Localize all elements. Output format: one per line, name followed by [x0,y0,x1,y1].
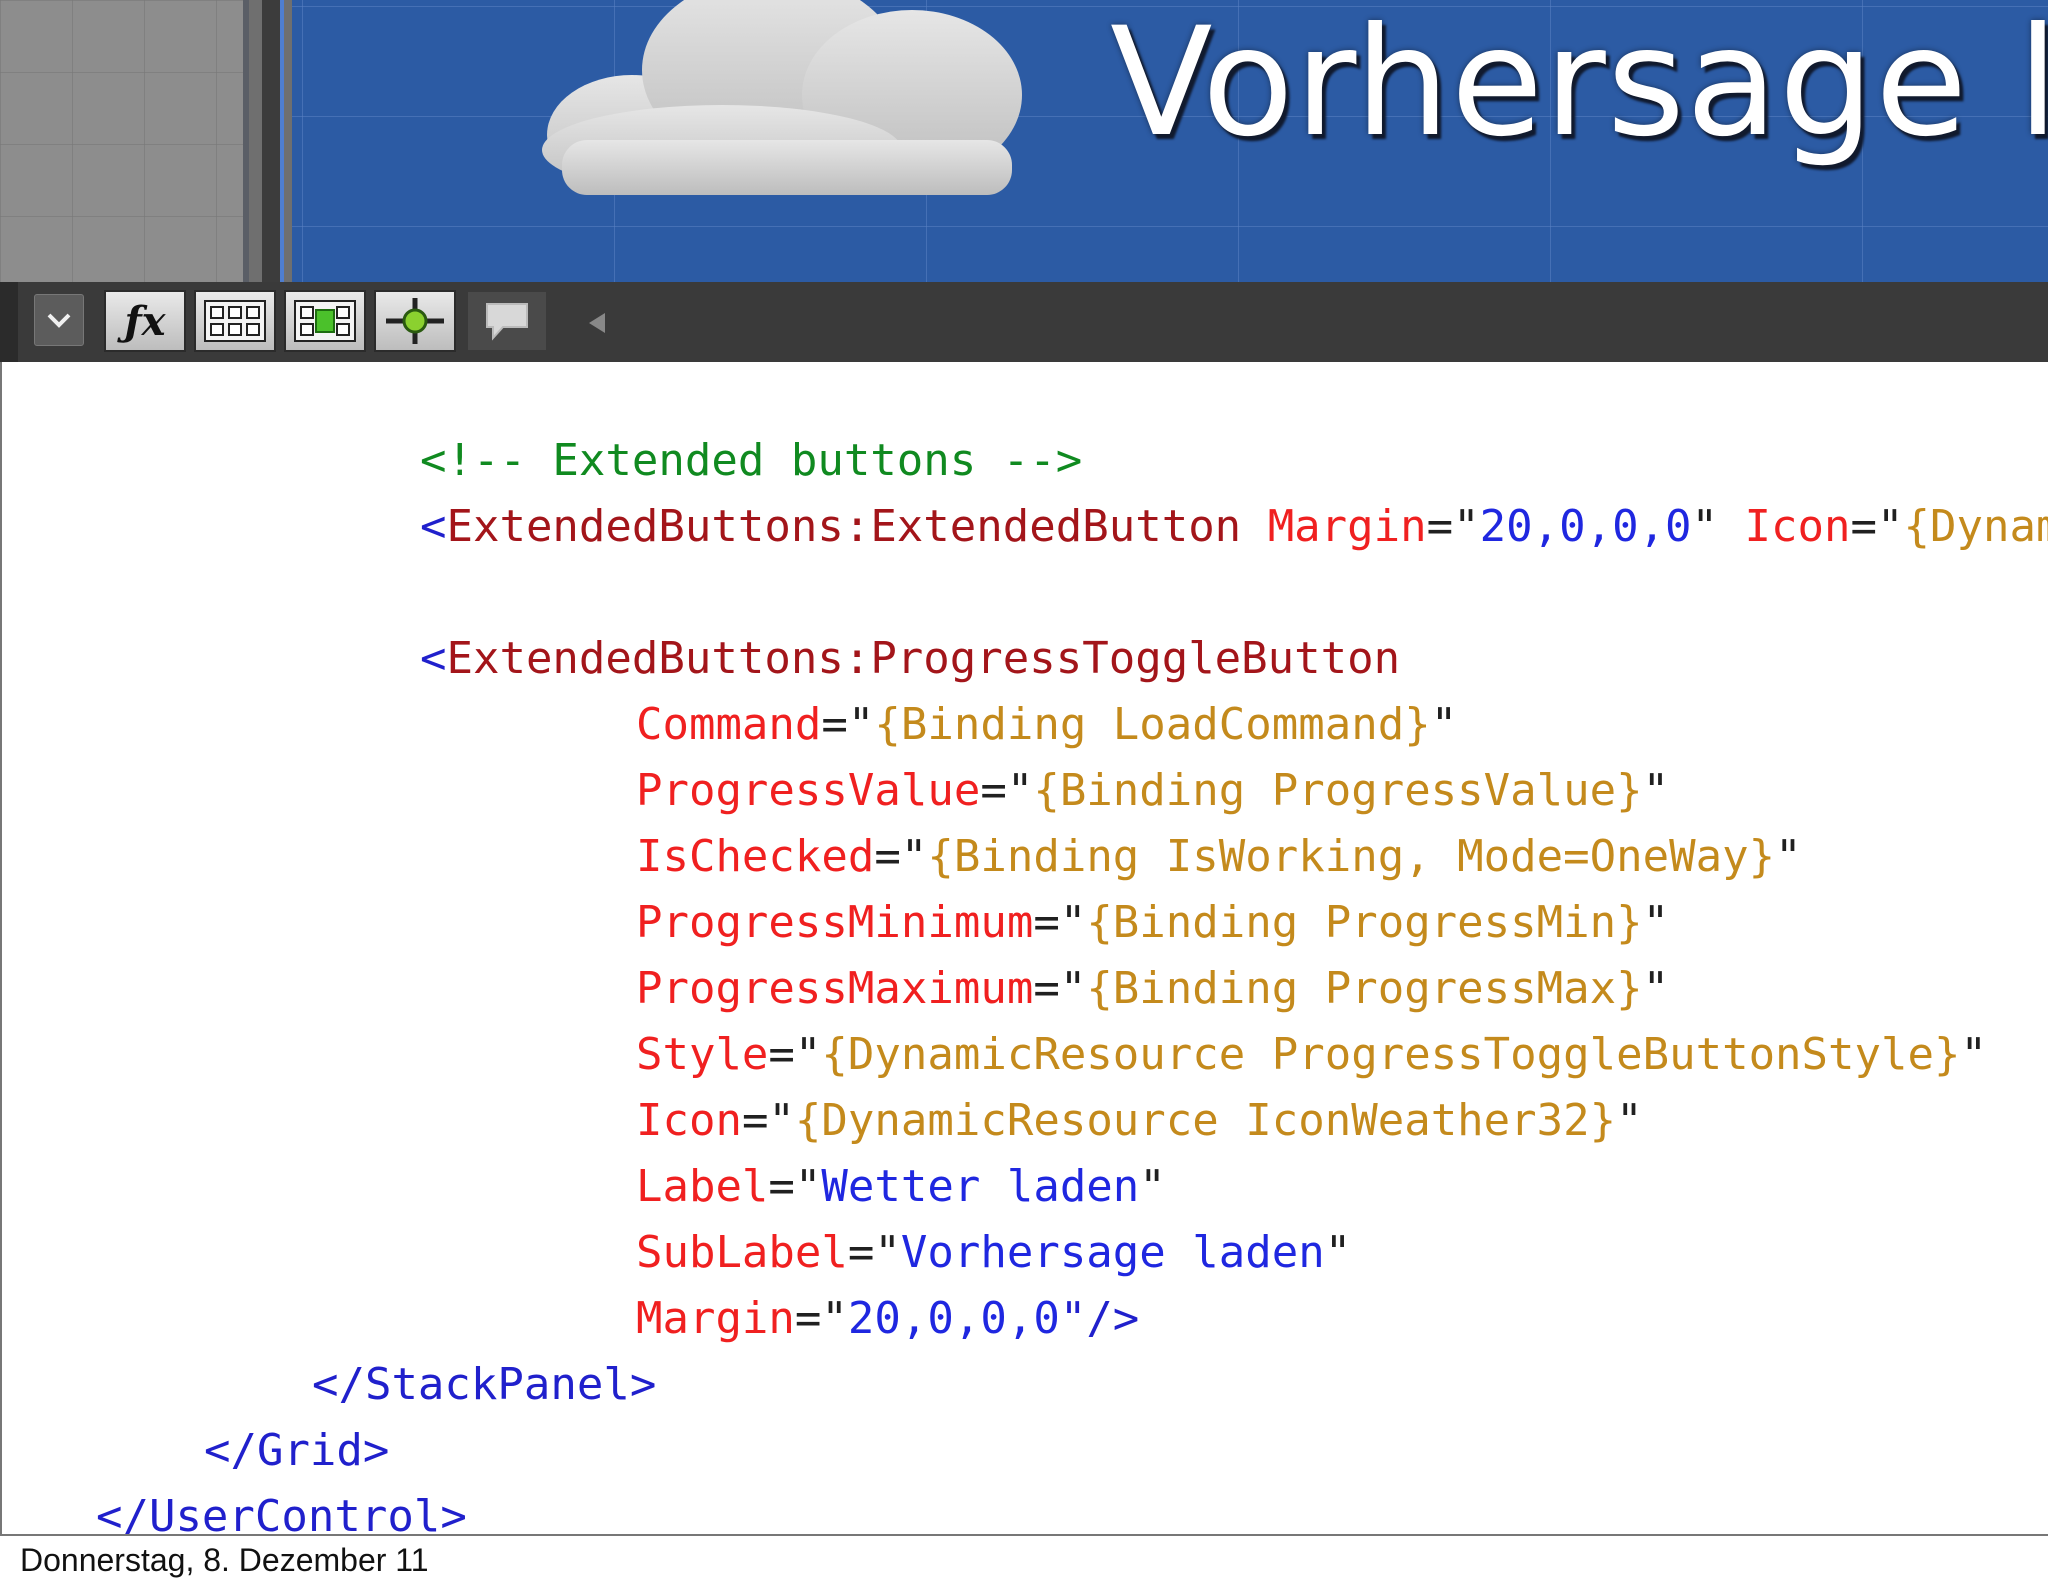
attribute-value: 20,0,0,0 [1479,501,1692,552]
show-grid-button[interactable] [194,290,276,352]
attribute-value: {Dynamic [1903,501,2048,552]
code-line-attribute: Command="{Binding LoadCommand}" [530,632,1457,750]
effects-toggle-button[interactable]: ƒx [104,290,186,352]
equals-quote: =" [1426,501,1480,552]
code-line-comment: <!-- Extended buttons --> [314,368,1082,486]
code-line-attribute: SubLabel="Vorhersage laden" [530,1160,1351,1278]
chevron-down-icon [47,313,71,328]
close-quote: " [1324,1227,1352,1278]
grid-icon [204,300,266,342]
collapse-button[interactable] [582,308,612,338]
code-line-close-usercontrol: </UserControl> [2,1424,467,1534]
code-line-attribute: Icon="{DynamicResource IconWeather32}" [530,1028,1643,1146]
closing-tag: </UserControl> [95,1491,467,1536]
close-quote: " [1691,501,1719,552]
snapline-icon [386,298,444,344]
snap-to-snaplines-button[interactable] [374,290,456,352]
xaml-code-editor[interactable]: <!-- Extended buttons --> <ExtendedButto… [0,362,2048,1536]
code-line-close-stackpanel: </StackPanel> [206,1292,656,1410]
snap-grid-icon [294,300,356,342]
code-line-attribute: Margin="20,0,0,0"/> [530,1226,1139,1344]
code-line-attribute: IsChecked="{Binding IsWorking, Mode=OneW… [530,764,1802,882]
close-quote: " [1775,831,1802,882]
fx-icon: ƒx [124,297,166,345]
comment-icon [486,303,528,341]
selection-guide [280,0,284,282]
open-bracket: < [419,633,447,684]
equals-quote: =" [794,1293,848,1344]
attribute-name: Icon [1744,501,1851,552]
snap-to-grid-button[interactable] [284,290,366,352]
attribute-name: Margin [635,1293,795,1344]
code-line-attribute: Label="Wetter laden" [530,1094,1166,1212]
code-line-extended-button: <ExtendedButtons:ExtendedButton Margin="… [314,434,2048,552]
triangle-left-icon [589,313,605,333]
code-line-close-grid: </Grid> [98,1358,389,1476]
preview-title: Vorhersage l [1110,0,2048,170]
zoom-dropdown-button[interactable] [34,294,84,346]
self-close-bracket: "/> [1059,1293,1140,1344]
open-bracket: < [419,501,447,552]
equals-quote: =" [1850,501,1904,552]
designer-preview: Vorhersage l [0,0,2048,282]
attribute-name: Margin [1267,501,1427,552]
artboard-edge [243,0,249,282]
code-line-progress-toggle-button: <ExtendedButtons:ProgressToggleButton [314,566,1400,684]
code-line-attribute: ProgressValue="{Binding ProgressValue}" [530,698,1669,816]
code-line-attribute: ProgressMaximum="{Binding ProgressMax}" [530,896,1669,1014]
element-name: ExtendedButtons:ExtendedButton [446,501,1242,552]
code-line-attribute: Style="{DynamicResource ProgressToggleBu… [530,962,1987,1080]
attribute-value: 20,0,0,0 [847,1293,1060,1344]
close-quote: " [1616,1095,1643,1146]
designer-artboard-margin [0,0,248,282]
close-quote: " [1960,1029,1988,1080]
preview-header: Vorhersage l [292,0,2048,282]
annotation-button[interactable] [466,290,548,352]
designer-divider[interactable] [262,0,280,282]
slide-footer-date: Donnerstag, 8. Dezember 11 [20,1542,429,1578]
designer-toolbar: ƒx [0,282,2048,362]
code-line-attribute: ProgressMinimum="{Binding ProgressMin}" [530,830,1669,948]
toolbar-grip [0,282,18,362]
